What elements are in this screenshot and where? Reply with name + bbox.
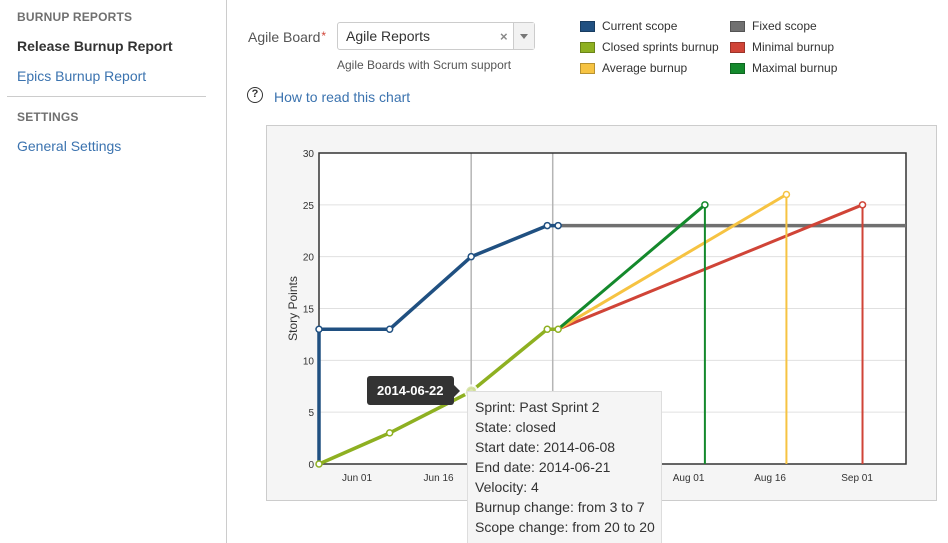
question-mark-icon: ? [247,87,263,103]
legend-swatch [580,62,595,74]
y-tick-label: 25 [303,201,315,212]
series-point-average-burnup [782,190,791,199]
y-axis-label: Story Points [286,276,300,341]
series-point-closed-sprints-burnup [315,460,323,468]
series-point-current-scope [467,252,475,261]
agile-board-selected-value: Agile Reports [346,28,431,44]
y-tick-label: 10 [303,356,315,367]
sidebar: BURNUP REPORTS Release Burnup Report Epi… [0,0,227,543]
agile-board-label: Agile Board* [248,29,326,45]
legend-swatch [730,20,745,32]
agile-board-select[interactable]: Agile Reports × [337,22,535,50]
series-point-current-scope [554,221,562,230]
tooltip-line-velocity: Velocity: 4 [475,479,539,495]
tooltip-line-burnup-change: Burnup change: from 3 to 7 [475,499,645,515]
clear-selection-icon[interactable]: × [500,29,508,44]
legend-label: Closed sprints burnup [602,40,719,54]
y-tick-label: 15 [303,305,315,316]
series-point-minimal-burnup [858,201,867,209]
legend-label: Fixed scope [752,19,817,33]
x-tick-label: Aug 01 [673,473,705,484]
series-point-current-scope [315,325,323,333]
dropdown-arrow-icon[interactable] [513,23,534,49]
sidebar-item-general-settings[interactable]: General Settings [17,138,121,154]
legend-item-average-burnup[interactable]: Average burnup [580,61,687,75]
y-tick-label: 0 [308,460,314,471]
legend-label: Maximal burnup [752,61,838,75]
series-point-closed-sprints-burnup [543,325,552,333]
legend-swatch [580,41,595,53]
legend-swatch [730,41,745,53]
legend-item-closed-sprints-burnup[interactable]: Closed sprints burnup [580,40,719,54]
tooltip-date-label: 2014-06-22 [367,376,459,405]
series-point-closed-sprints-burnup [554,325,562,333]
legend-label: Average burnup [602,61,688,75]
legend-item-maximal-burnup[interactable]: Maximal burnup [730,61,837,75]
series-point-current-scope [385,325,394,333]
x-tick-label: Sep 01 [841,473,873,484]
sidebar-divider [7,96,206,97]
x-tick-label: Aug 16 [754,473,786,484]
series-point-closed-sprints-burnup [385,429,394,437]
legend-swatch [580,20,595,32]
legend-item-minimal-burnup[interactable]: Minimal burnup [730,40,834,54]
series-point-maximal-burnup [701,201,709,209]
tooltip-line-sprint: Sprint: Past Sprint 2 [475,399,600,415]
agile-board-help-text: Agile Boards with Scrum support [337,58,512,72]
x-tick-label: Jun 16 [424,473,454,484]
sidebar-item-release-burnup-report[interactable]: Release Burnup Report [17,38,173,54]
sidebar-item-epics-burnup-report[interactable]: Epics Burnup Report [17,68,146,84]
how-to-read-chart-link[interactable]: How to read this chart [274,89,410,105]
sprint-tooltip: Sprint: Past Sprint 2 State: closed Star… [467,391,662,543]
required-mark: * [321,29,327,43]
agile-board-label-text: Agile Board [248,29,321,45]
section-heading-burnup-reports: BURNUP REPORTS [17,10,133,24]
tooltip-line-scope-change: Scope change: from 20 to 20 [475,519,655,535]
tooltip-line-end-date: End date: 2014-06-21 [475,459,611,475]
legend-swatch [730,62,745,74]
legend-item-current-scope[interactable]: Current scope [580,19,677,33]
section-heading-settings: SETTINGS [17,110,79,124]
series-point-current-scope [543,221,552,230]
y-tick-label: 20 [303,253,315,264]
y-tick-label: 5 [308,408,314,419]
y-tick-label: 30 [303,149,315,160]
x-tick-label: Jun 01 [342,473,372,484]
tooltip-line-start-date: Start date: 2014-06-08 [475,439,616,455]
legend-label: Current scope [602,19,678,33]
legend-item-fixed-scope[interactable]: Fixed scope [730,19,817,33]
legend-label: Minimal burnup [752,40,835,54]
chart-legend: Current scope Fixed scope Closed sprints… [580,19,880,89]
tooltip-line-state: State: closed [475,419,556,435]
